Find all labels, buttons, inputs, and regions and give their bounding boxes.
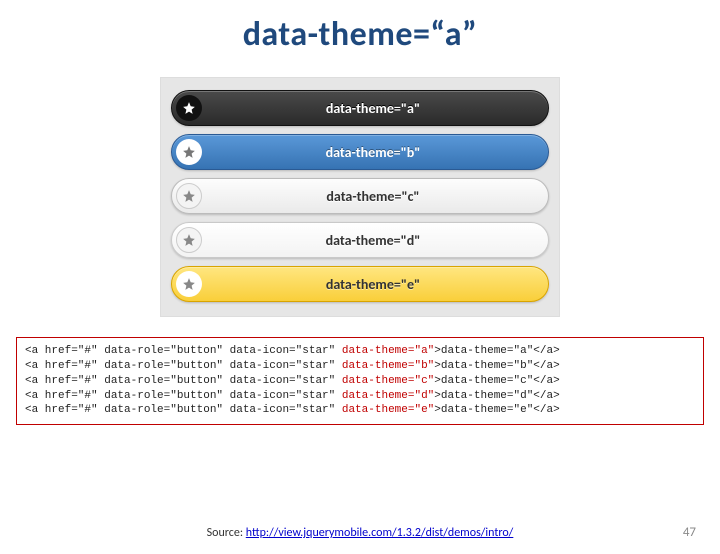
star-icon (176, 139, 202, 165)
demo-button-theme-a[interactable]: data-theme="a" (171, 90, 549, 126)
button-label: data-theme="b" (202, 144, 544, 161)
page-number: 47 (683, 525, 696, 540)
star-icon (176, 95, 202, 121)
demo-button-theme-e[interactable]: data-theme="e" (171, 266, 549, 302)
demo-button-theme-b[interactable]: data-theme="b" (171, 134, 549, 170)
button-label: data-theme="c" (202, 188, 544, 205)
button-label: data-theme="a" (202, 100, 544, 117)
demo-button-theme-c[interactable]: data-theme="c" (171, 178, 549, 214)
button-preview-panel: data-theme="a" data-theme="b" data-theme… (160, 77, 560, 317)
slide-title: data-theme=“a” (0, 14, 720, 55)
star-icon (176, 271, 202, 297)
source-prefix: Source: (207, 526, 246, 540)
source-link[interactable]: http://view.jquerymobile.com/1.3.2/dist/… (246, 526, 514, 540)
star-icon (176, 183, 202, 209)
button-label: data-theme="e" (202, 276, 544, 293)
button-label: data-theme="d" (202, 232, 544, 249)
star-icon (176, 227, 202, 253)
demo-button-theme-d[interactable]: data-theme="d" (171, 222, 549, 258)
slide-footer: Source: http://view.jquerymobile.com/1.3… (0, 526, 720, 540)
source-line: Source: http://view.jquerymobile.com/1.3… (0, 526, 720, 540)
code-example-block: <a href="#" data-role="button" data-icon… (16, 337, 704, 425)
